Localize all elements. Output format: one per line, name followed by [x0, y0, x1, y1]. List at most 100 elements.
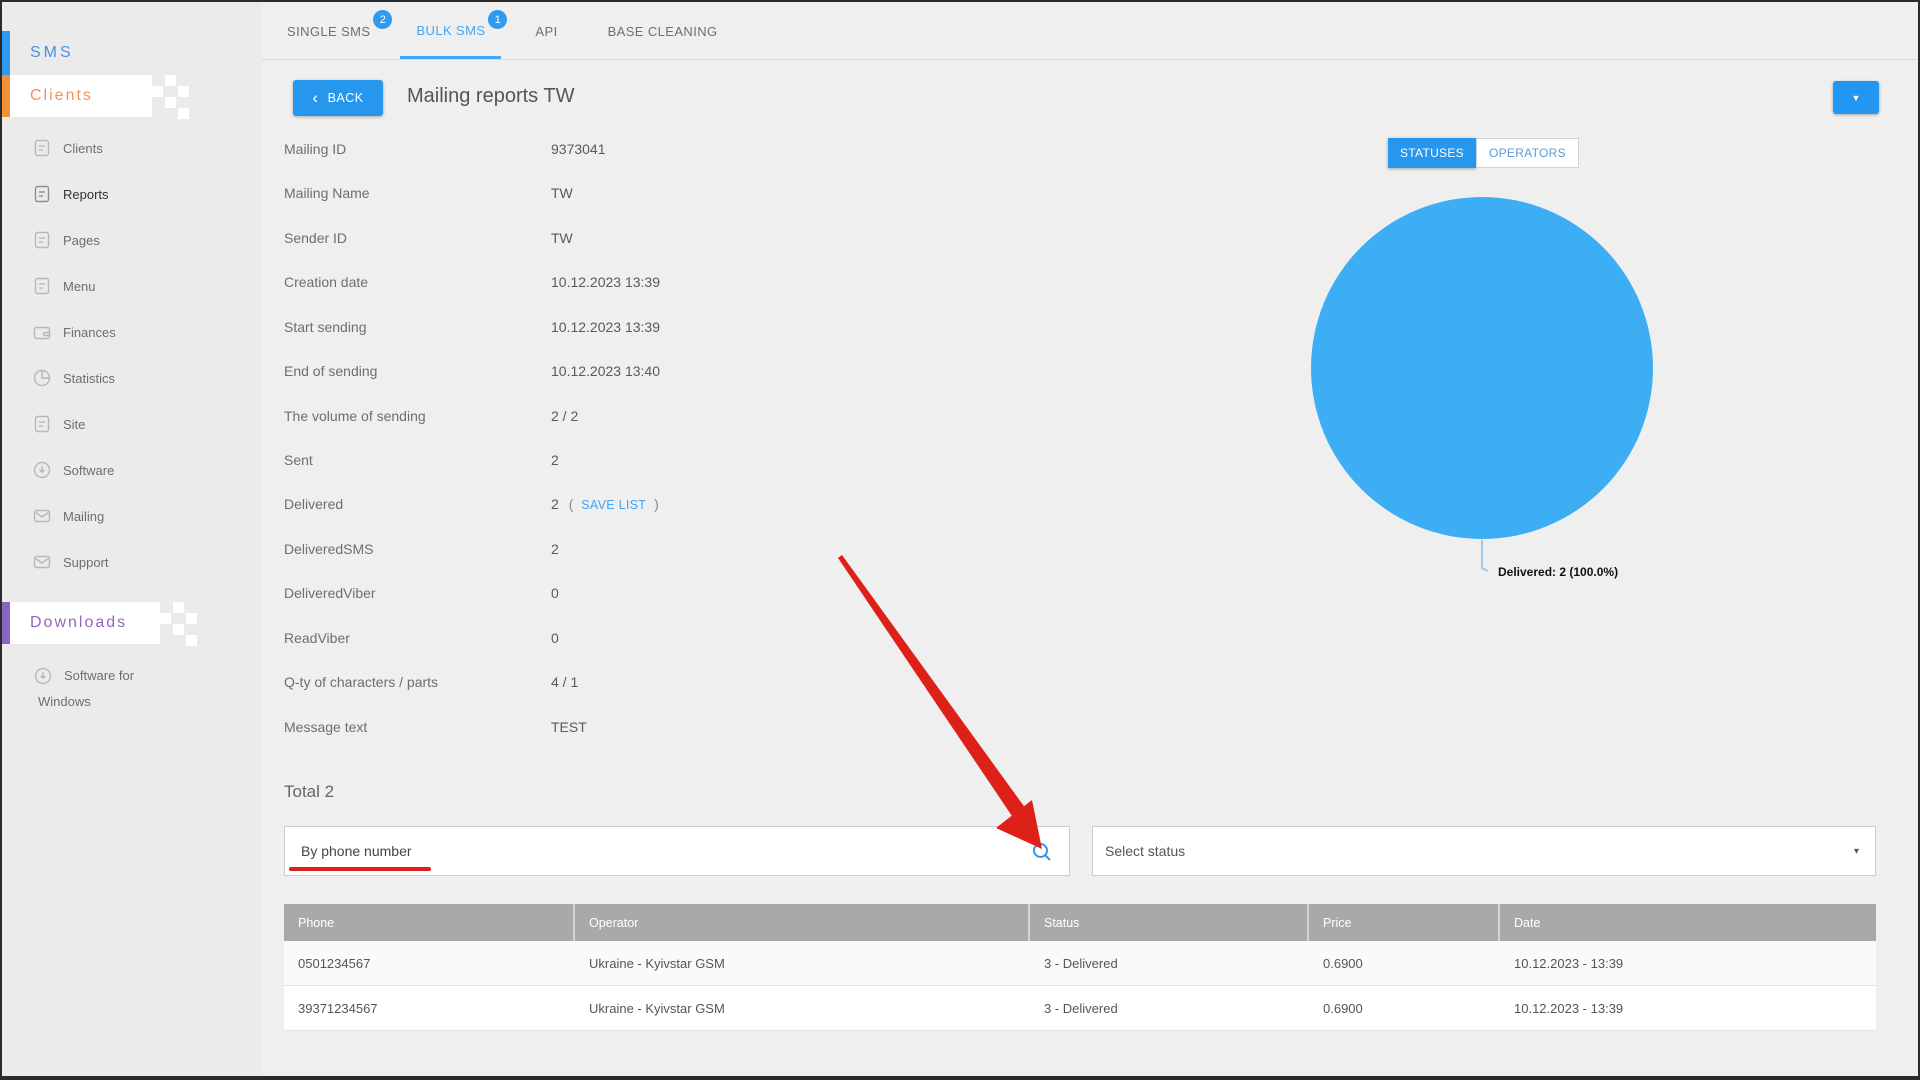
- status-select[interactable]: Select status ▾: [1092, 826, 1876, 876]
- cell-status: 3 - Delivered: [1044, 1000, 1118, 1016]
- detail-row: DeliveredViber 0: [284, 585, 844, 607]
- chevron-down-icon: ▾: [1853, 845, 1859, 857]
- sidebar-item-finances[interactable]: Finances: [32, 319, 116, 345]
- wallet-icon: [33, 326, 51, 340]
- tab-single-sms[interactable]: SINGLE SMS 2: [271, 4, 393, 59]
- sidebar-item-reports[interactable]: Reports: [32, 181, 109, 207]
- detail-value: 4 / 1: [551, 674, 579, 690]
- detail-label: DeliveredSMS: [284, 541, 374, 557]
- detail-value: 10.12.2023 13:39: [551, 274, 660, 290]
- pixel-decor: [178, 86, 189, 97]
- sidebar-item-label: Clients: [63, 140, 103, 156]
- sidebar-section-clients[interactable]: Clients: [2, 75, 152, 117]
- detail-row: Q-ty of characters / parts 4 / 1: [284, 674, 844, 696]
- cell-status: 3 - Delivered: [1044, 955, 1118, 971]
- tab-label: SINGLE SMS: [287, 24, 371, 39]
- detail-value: 10.12.2023 13:39: [551, 319, 660, 335]
- detail-value: TW: [551, 185, 573, 201]
- statuses-pie-chart: Delivered: 2 (100.0%): [1311, 197, 1653, 579]
- app-window: SMS Clients Clients Reports Pages Menu F…: [0, 0, 1920, 1080]
- sidebar-item-support[interactable]: Support: [32, 549, 109, 575]
- sidebar-item-mailing[interactable]: Mailing: [32, 503, 104, 529]
- sidebar: SMS Clients Clients Reports Pages Menu F…: [2, 2, 262, 1076]
- detail-row: Sender ID TW: [284, 230, 844, 252]
- delivered-count: 2: [551, 496, 559, 512]
- chevron-down-icon: ▼: [1851, 92, 1861, 103]
- detail-row: The volume of sending 2 / 2: [284, 408, 844, 430]
- clients-accent-bar: [2, 75, 10, 117]
- table-header: Phone Operator Status Price Date: [284, 904, 1876, 941]
- detail-value: 0: [551, 630, 559, 646]
- detail-value: TEST: [551, 719, 587, 735]
- save-list-link[interactable]: SAVE LIST: [581, 498, 646, 512]
- annotation-underline: [289, 867, 431, 871]
- tab-api[interactable]: API: [519, 4, 573, 59]
- cell-operator: Ukraine - Kyivstar GSM: [589, 955, 725, 971]
- detail-label: ReadViber: [284, 630, 350, 646]
- pixel-decor: [178, 108, 189, 119]
- envelope-icon: [33, 509, 51, 523]
- sidebar-section-downloads[interactable]: Downloads: [2, 602, 160, 644]
- sidebar-item-label: Mailing: [63, 508, 105, 524]
- sidebar-item-clients[interactable]: Clients: [32, 135, 103, 161]
- tab-label: BULK SMS: [416, 22, 486, 38]
- cell-date: 10.12.2023 - 13:39: [1514, 955, 1624, 971]
- pixel-decor: [165, 75, 176, 86]
- detail-row: ReadViber 0: [284, 630, 844, 652]
- cell-price: 0.6900: [1323, 955, 1363, 971]
- pixel-decor: [173, 602, 184, 613]
- detail-row-delivered: Delivered 2 ( SAVE LIST ): [284, 496, 844, 518]
- detail-label: Creation date: [284, 274, 369, 290]
- detail-value: 0: [551, 585, 559, 601]
- detail-value: TW: [551, 230, 573, 246]
- detail-label: Q-ty of characters / parts: [284, 674, 439, 690]
- phone-search-field: [284, 826, 1070, 876]
- tab-label: BASE CLEANING: [607, 24, 718, 39]
- pixel-decor: [173, 624, 184, 635]
- detail-row: Message text TEST: [284, 719, 844, 741]
- sidebar-item-menu[interactable]: Menu: [32, 273, 96, 299]
- table-row[interactable]: 0501234567 Ukraine - Kyivstar GSM 3 - De…: [284, 941, 1876, 986]
- pie-slice-delivered[interactable]: [1311, 197, 1653, 539]
- detail-row: Mailing Name TW: [284, 185, 844, 207]
- column-header-status: Status: [1030, 904, 1309, 941]
- back-button-label: BACK: [327, 91, 364, 105]
- detail-value: 2 ( SAVE LIST ): [551, 496, 659, 512]
- back-button[interactable]: ‹ BACK: [293, 80, 383, 116]
- sidebar-item-label: Software: [63, 462, 115, 478]
- table-row[interactable]: 39371234567 Ukraine - Kyivstar GSM 3 - D…: [284, 986, 1876, 1031]
- sidebar-item-software[interactable]: Software: [32, 457, 114, 483]
- download-icon: [33, 461, 51, 479]
- search-icon[interactable]: [1031, 841, 1053, 863]
- sidebar-item-label: Site: [63, 416, 86, 432]
- document-icon: [34, 185, 50, 203]
- document-icon: [34, 277, 50, 295]
- sidebar-item-pages[interactable]: Pages: [32, 227, 100, 253]
- sidebar-item-software-for-windows[interactable]: Software for Windows: [2, 662, 262, 718]
- detail-label: Message text: [284, 719, 368, 735]
- sidebar-downloads-label: Downloads: [30, 614, 128, 631]
- tab-badge: 2: [373, 10, 393, 29]
- tab-bulk-sms[interactable]: BULK SMS 1: [400, 4, 508, 59]
- sidebar-section-sms[interactable]: SMS: [2, 31, 262, 75]
- sidebar-item-site[interactable]: Site: [32, 411, 85, 437]
- cell-date: 10.12.2023 - 13:39: [1514, 1000, 1624, 1016]
- pie-leader-line: [1481, 540, 1489, 572]
- detail-row: End of sending 10.12.2023 13:40: [284, 363, 844, 385]
- tab-base-cleaning[interactable]: BASE CLEANING: [592, 4, 734, 59]
- document-icon: [34, 139, 50, 157]
- detail-label: Start sending: [284, 319, 367, 335]
- detail-label: Mailing ID: [284, 141, 347, 157]
- sidebar-item-label: Pages: [63, 232, 100, 248]
- sidebar-sms-label: SMS: [30, 44, 74, 61]
- sidebar-item-label: Windows: [38, 694, 91, 709]
- header-dropdown-button[interactable]: ▼: [1833, 81, 1879, 114]
- sidebar-item-label: Menu: [63, 278, 96, 294]
- tab-label: API: [535, 24, 558, 39]
- sidebar-item-label: Statistics: [63, 370, 116, 386]
- downloads-accent-bar: [2, 602, 10, 644]
- sidebar-item-statistics[interactable]: Statistics: [32, 365, 115, 391]
- column-header-date: Date: [1514, 915, 1541, 930]
- pixel-decor: [186, 635, 197, 646]
- detail-label: Sender ID: [284, 230, 348, 246]
